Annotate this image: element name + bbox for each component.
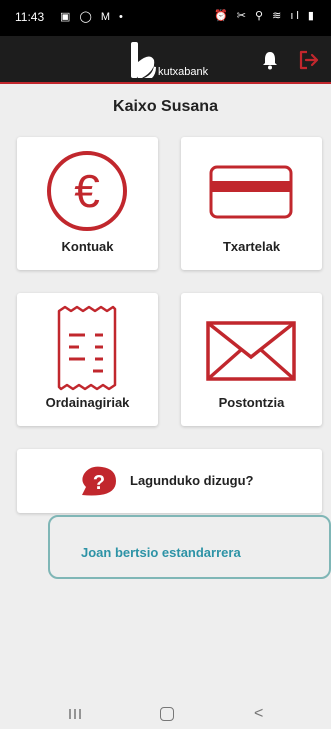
envelope-icon — [206, 321, 296, 381]
mailbox-tile[interactable]: Postontzia — [181, 293, 322, 426]
system-status-icons: ⏰ ✂ ⚲ ≋ ıl ▮ — [213, 10, 317, 22]
help-label: Lagunduko dizugu? — [130, 473, 254, 488]
receipt-icon — [57, 305, 117, 391]
credit-card-icon — [209, 165, 293, 219]
svg-text:?: ? — [93, 472, 105, 494]
logo-wordmark: kutxabank — [158, 66, 209, 78]
k-logo-icon — [131, 42, 156, 78]
home-icon[interactable] — [160, 707, 174, 721]
bell-icon[interactable] — [261, 50, 279, 70]
accounts-tile[interactable]: € Kontuak — [17, 137, 158, 270]
standard-version-label: Joan bertsio estandarrera — [81, 545, 241, 560]
cards-label: Txartelak — [222, 239, 281, 254]
notification-icons: ▣ ◯ M • — [60, 11, 126, 23]
system-nav-bar: < — [0, 696, 331, 729]
greeting: Kaixo Susana — [113, 98, 218, 115]
receipts-tile[interactable]: Ordainagiriak — [17, 293, 158, 426]
back-icon[interactable]: < — [254, 705, 263, 723]
svg-text:€: € — [74, 165, 100, 217]
receipts-label: Ordainagiriak — [45, 395, 130, 410]
status-time: 11:43 — [15, 10, 45, 24]
status-bar: 11:43 ▣ ◯ M • ⏰ ✂ ⚲ ≋ ıl ▮ — [0, 0, 331, 36]
recent-apps-icon[interactable] — [68, 708, 82, 720]
accounts-label: Kontuak — [61, 239, 114, 254]
app-header: kutxabank — [0, 36, 331, 84]
cards-tile[interactable]: Txartelak — [181, 137, 322, 270]
euro-icon: € — [47, 151, 127, 231]
logout-icon[interactable] — [297, 48, 321, 72]
mailbox-label: Postontzia — [218, 395, 285, 410]
kutxabank-logo: kutxabank — [128, 40, 220, 82]
help-card[interactable]: ? Lagunduko dizugu? — [17, 449, 322, 513]
standard-version-button[interactable]: Joan bertsio estandarrera — [48, 515, 331, 579]
question-icon: ? — [82, 466, 116, 496]
